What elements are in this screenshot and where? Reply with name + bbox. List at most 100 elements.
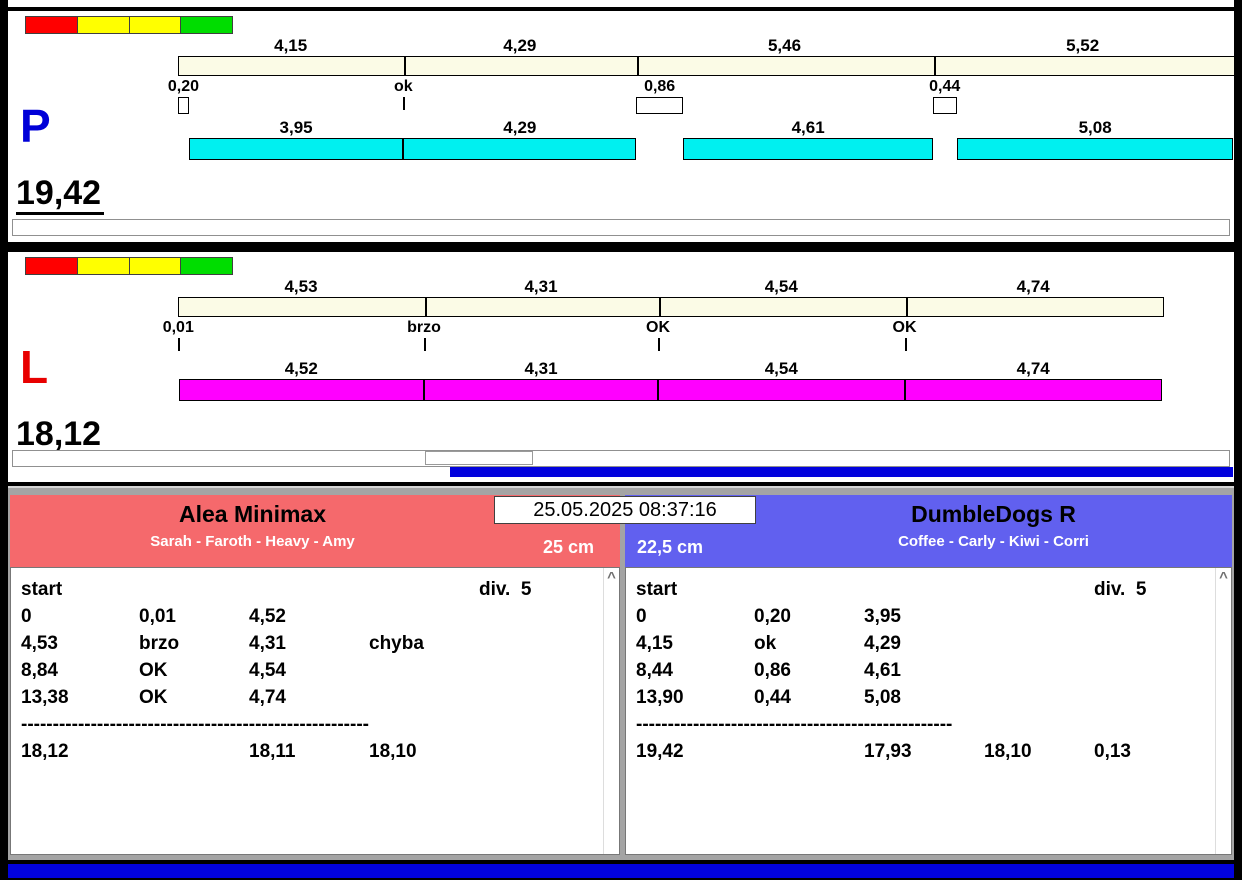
dog-time-label: 5,08	[1078, 118, 1112, 137]
split-segment	[905, 298, 1163, 316]
traffic-light-indicator	[25, 257, 233, 275]
split-time-label: 5,46	[767, 36, 802, 55]
results-table: start div. 5 0 0,01 4,52 4,53 brzo 4,31 chyba 8…	[10, 567, 620, 855]
result-cell: OK	[139, 659, 168, 681]
start-label: start	[21, 578, 63, 600]
clean-total: 18,11	[249, 740, 296, 762]
traffic-light-cell	[77, 17, 130, 33]
result-cell: 0,44	[754, 686, 791, 708]
scrollbar[interactable]: ^	[603, 568, 619, 854]
result-cell: 0,01	[139, 605, 176, 627]
timestamp: 25.05.2025 08:37:16	[533, 499, 717, 521]
dog-run-bar	[178, 138, 1234, 160]
crossover-tick	[178, 338, 180, 351]
crossover-gap-box	[178, 97, 189, 114]
best-total: 18,10	[984, 740, 1032, 762]
dog-time-labels: 3,95 4,29 4,61 5,08	[178, 118, 1234, 137]
result-cell: 4,61	[864, 659, 901, 681]
split-bar	[178, 56, 1235, 76]
result-cell: 4,31	[249, 632, 286, 654]
table-head-row: start div. 5	[626, 576, 1231, 603]
lane-letter: P	[20, 100, 51, 152]
traffic-light-cell	[129, 258, 182, 274]
start-label: start	[636, 578, 678, 600]
dog-time-label: 4,31	[524, 359, 558, 378]
result-row: 13,90 0,44 5,08	[626, 684, 1231, 711]
scrollbar[interactable]: ^	[1215, 568, 1231, 854]
result-cell: 8,84	[21, 659, 58, 681]
split-segment	[637, 57, 933, 75]
dog-run-segment	[904, 379, 1162, 401]
result-cell: 8,44	[636, 659, 673, 681]
result-cell: 5,08	[864, 686, 901, 708]
lane-divider	[8, 242, 1234, 250]
result-cell: 3,95	[864, 605, 901, 627]
team-panel-right: DumbleDogs R Coffee - Carly - Kiwi - Cor…	[625, 495, 1232, 855]
best-total: 18,10	[369, 740, 417, 762]
crossover-tick	[423, 338, 426, 351]
lane-section-P: 4,15 4,29 5,46 5,52 0,20 ok 0,86 0,44 3,95 4,29…	[8, 11, 1235, 242]
split-time-label: 4,53	[284, 277, 318, 296]
crossover-label: 0,01	[162, 319, 194, 336]
dog-run-segment	[682, 138, 934, 160]
traffic-light-cell	[26, 17, 78, 33]
dog-run-segment	[403, 138, 637, 160]
split-segment	[933, 57, 1234, 75]
dog-time-label: 4,52	[284, 359, 318, 378]
division-label: div. 5	[479, 578, 532, 600]
dog-run-segment	[178, 379, 424, 401]
status-strip	[12, 450, 1230, 467]
result-cell: 4,53	[21, 632, 58, 654]
split-bar	[178, 297, 1164, 317]
result-rows: 0 0,20 3,95 4,15 ok 4,29 8,44 0,86 4,61 13,90 0,44…	[626, 603, 1231, 711]
crossover-label: 0,44	[929, 78, 961, 95]
crossover-marks	[178, 97, 1234, 117]
result-cell: 13,90	[636, 686, 684, 708]
team-panel-left: Alea Minimax Sarah - Faroth - Heavy - Am…	[10, 495, 620, 855]
split-time-label: 4,54	[764, 277, 798, 296]
totals-row: 19,42 17,93 18,10 0,13	[626, 738, 1231, 765]
split-time-label: 4,29	[503, 36, 537, 55]
traffic-light-cell	[181, 17, 232, 33]
result-cell: 4,74	[249, 686, 286, 708]
crossover-tick	[403, 97, 406, 110]
dog-run-segment	[423, 379, 658, 401]
split-segment	[659, 298, 906, 316]
result-cell: 4,29	[864, 632, 901, 654]
split-time-label: 5,52	[1066, 36, 1100, 55]
crossover-labels: 0,20 ok 0,86 0,44	[168, 78, 1234, 96]
scroll-up-icon[interactable]: ^	[1216, 570, 1231, 585]
lane-letter: L	[20, 341, 49, 393]
dog-run-bar	[178, 379, 1234, 401]
separator-line: ----------------------------------------…	[21, 714, 369, 735]
totals-row: 18,12 18,11 18,10	[11, 738, 619, 765]
split-time-label: 4,31	[524, 277, 558, 296]
team-dogs: Coffee - Carly - Kiwi - Corri	[898, 533, 1089, 550]
result-cell: 0	[636, 605, 647, 627]
scroll-up-icon[interactable]: ^	[604, 570, 619, 585]
result-cell: 4,15	[636, 632, 673, 654]
jump-height: 22,5 cm	[637, 537, 704, 557]
team-name: Alea Minimax	[179, 501, 326, 527]
team-total: 19,42	[636, 740, 684, 762]
clean-total: 17,93	[864, 740, 912, 762]
window-top-strip	[8, 0, 1234, 9]
separator-line: ----------------------------------------…	[636, 714, 953, 735]
crossover-labels: 0,01 brzo OK OK	[163, 319, 1234, 337]
split-time-labels: 4,15 4,29 5,46 5,52	[178, 36, 1234, 55]
result-cell: ok	[754, 632, 777, 654]
traffic-light-indicator	[25, 16, 233, 34]
dog-run-segment	[188, 138, 404, 160]
result-row: 8,84 OK 4,54	[11, 657, 619, 684]
crossover-label: brzo	[407, 319, 441, 336]
result-rows: 0 0,01 4,52 4,53 brzo 4,31 chyba 8,84 OK 4,54 13,3…	[11, 603, 619, 711]
crossover-tick	[658, 338, 660, 351]
status-box	[425, 451, 533, 465]
results-table: start div. 5 0 0,20 3,95 4,15 ok 4,29 8,44 0,86…	[625, 567, 1232, 855]
result-cell: 0,20	[754, 605, 791, 627]
result-cell: 4,54	[249, 659, 286, 681]
crossover-label: OK	[892, 319, 917, 336]
table-head-row: start div. 5	[11, 576, 619, 603]
lane-total-time: 19,42	[16, 176, 105, 215]
crossover-label: 0,20	[167, 78, 199, 95]
